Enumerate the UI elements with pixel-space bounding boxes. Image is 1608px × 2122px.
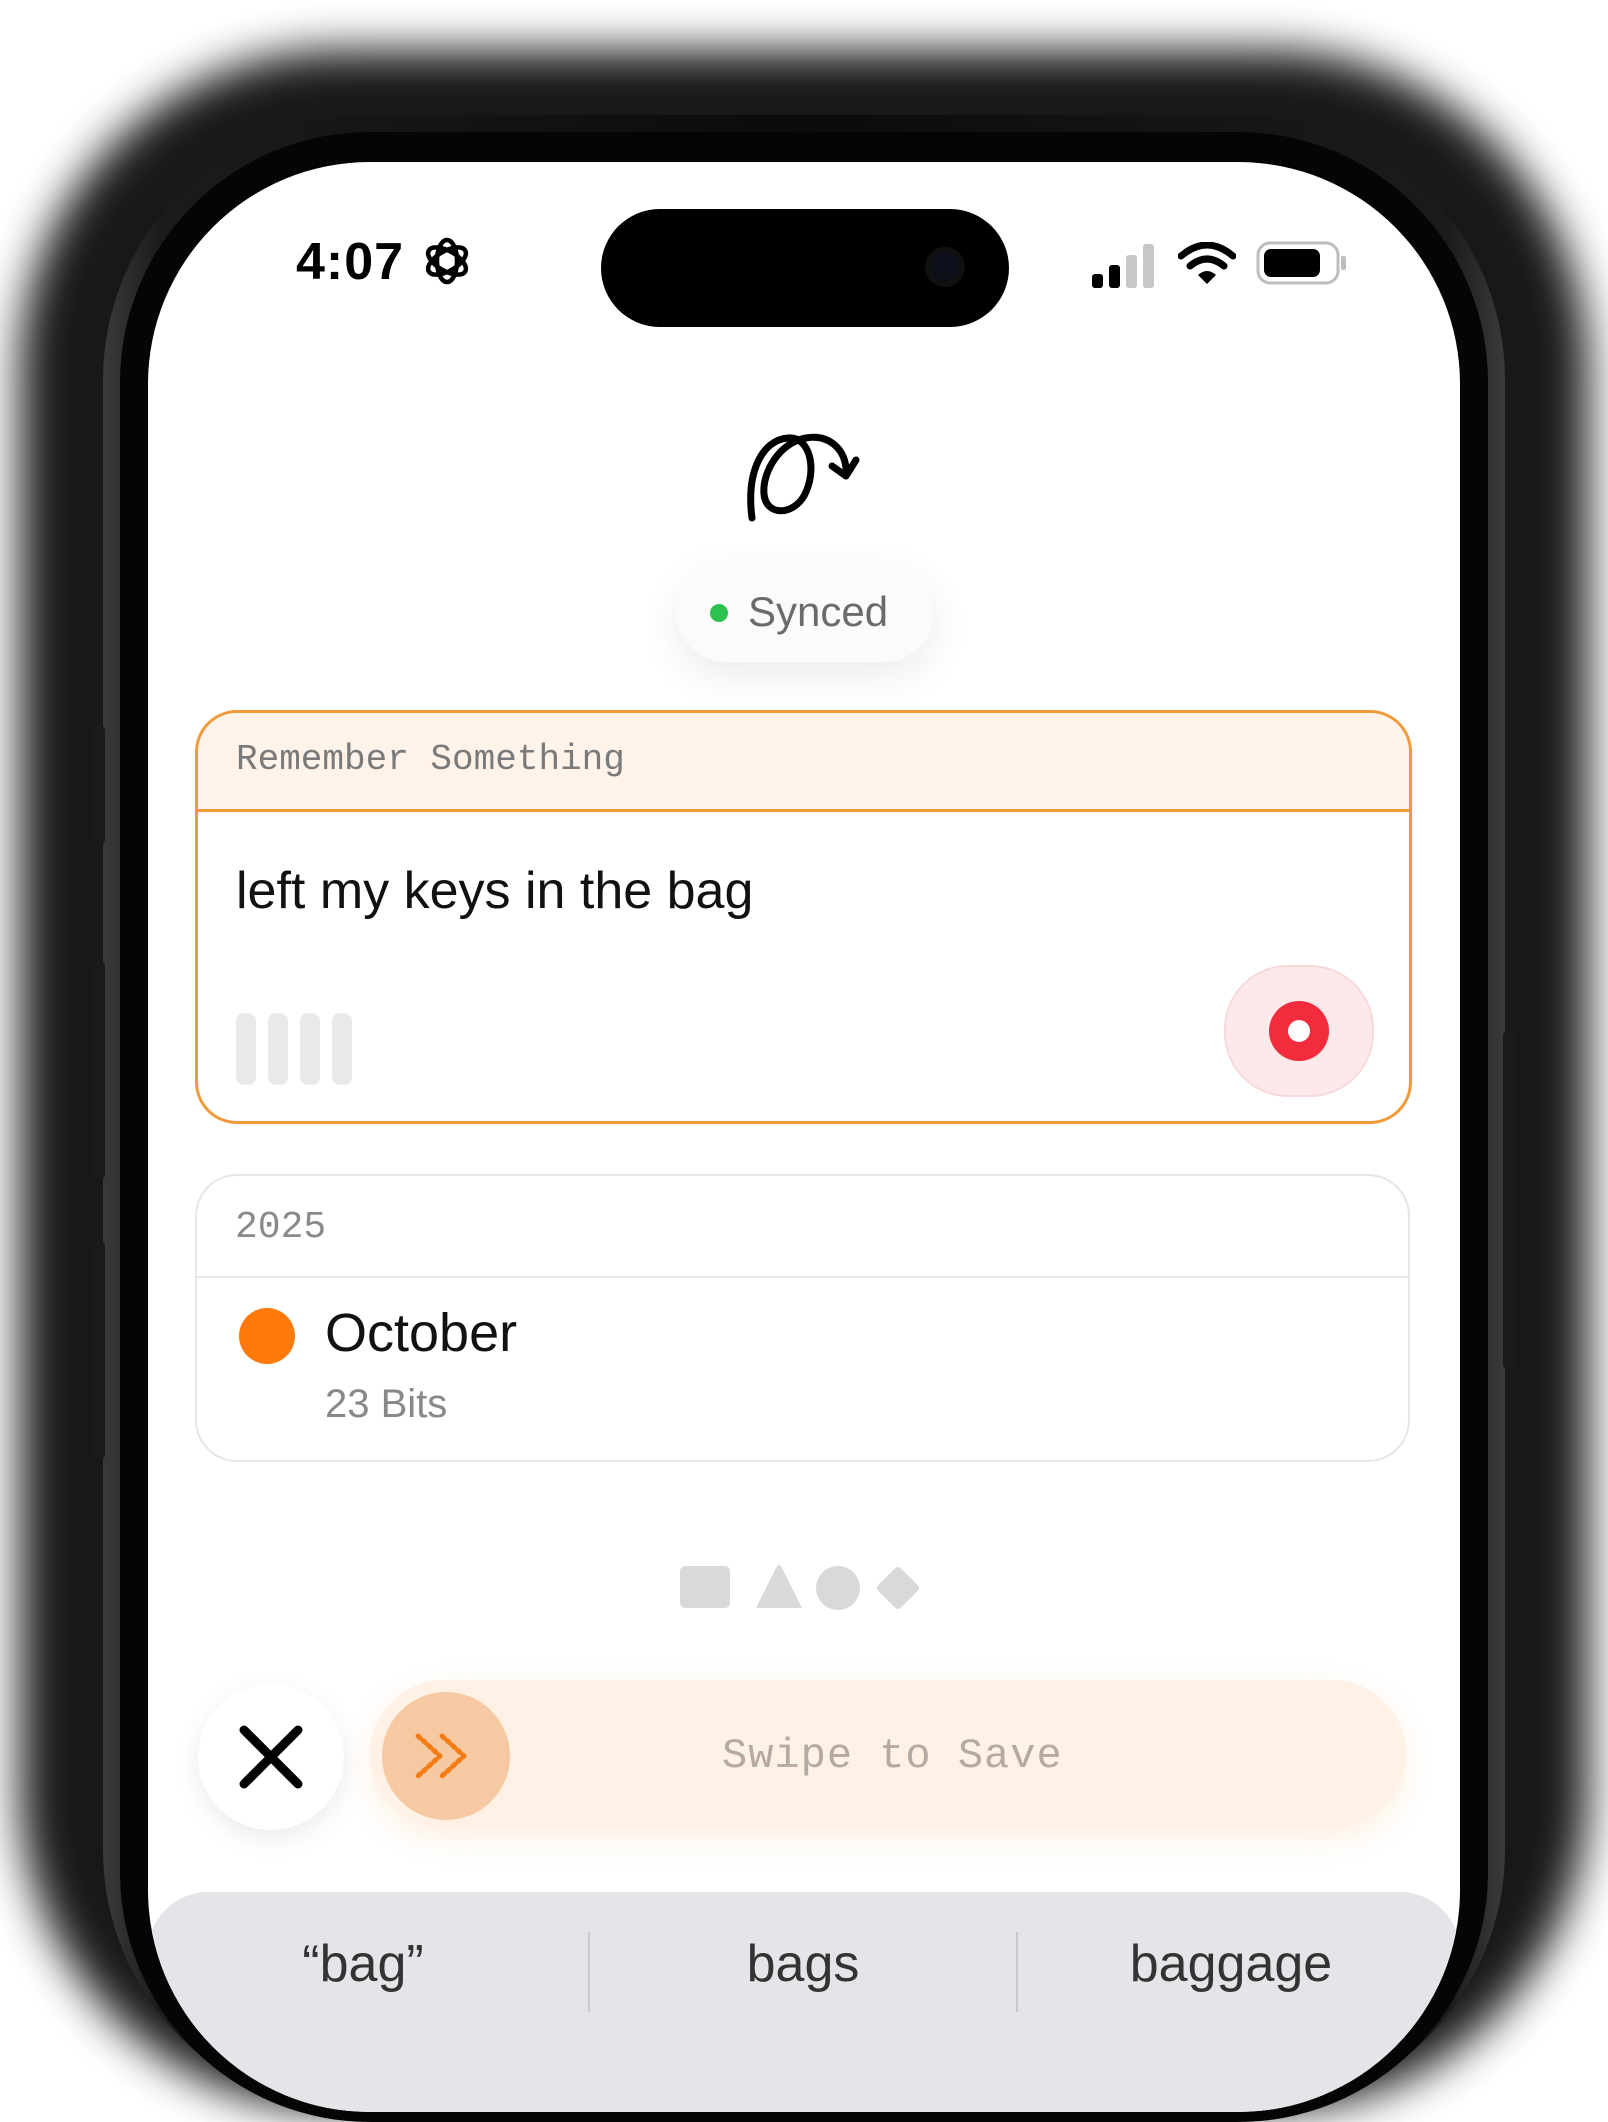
double-chevron-right-icon [415,1733,467,1779]
timeline-year-header: 2025 [197,1176,1408,1278]
month-label: October [325,1303,518,1363]
power-button [1503,1030,1515,1370]
sync-indicator-dot [710,604,728,622]
capture-card-header: Remember Something [198,713,1409,812]
month-color-dot [239,1308,295,1364]
suggestion-baggage[interactable]: baggage [1016,1934,1446,1994]
battery-icon [1256,241,1346,285]
volume-up-button [93,960,105,1180]
dynamic-island [601,209,1009,327]
cellular-signal-icon [1092,244,1154,288]
cancel-button[interactable] [198,1684,344,1830]
sync-status-label: Synced [748,588,889,635]
gear-icon [425,237,469,285]
suggestion-plural[interactable]: bags [588,1934,1018,1994]
capture-card-title: Remember Something [236,739,625,780]
swipe-label: Swipe to Save [722,1732,1063,1780]
action-button [93,725,105,845]
record-icon [1269,1001,1329,1061]
front-camera [925,247,965,287]
loop-arrow-logo-icon [747,433,860,522]
wifi-icon [1178,242,1236,284]
waveform-bars-icon [236,1013,356,1085]
screen: 4:07 Synced Remember Something left my k… [148,162,1460,2112]
swipe-handle[interactable] [382,1692,510,1820]
sync-status-badge: Synced [676,562,934,662]
triangle-icon[interactable] [756,1565,802,1608]
suggestion-quoted[interactable]: “bag” [148,1934,578,1994]
close-icon [239,1725,303,1789]
capture-text-input[interactable]: left my keys in the bag [236,861,753,921]
timeline-year: 2025 [235,1206,327,1249]
volume-down-button [93,1240,105,1460]
capture-card[interactable]: Remember Something left my keys in the b… [195,710,1412,1124]
timeline-card: 2025 October 23 Bits [195,1174,1410,1462]
bit-count: 23 Bits [325,1382,448,1426]
square-icon[interactable] [680,1566,730,1608]
diamond-icon[interactable] [875,1565,920,1610]
record-button[interactable] [1224,965,1374,1097]
shape-filter-row [680,1565,920,1610]
circle-icon[interactable] [816,1566,860,1610]
keyboard-suggestion-bar: “bag” bags baggage [148,1892,1460,2112]
swipe-to-save-track[interactable]: Swipe to Save [370,1680,1406,1828]
status-time: 4:07 [296,233,405,291]
